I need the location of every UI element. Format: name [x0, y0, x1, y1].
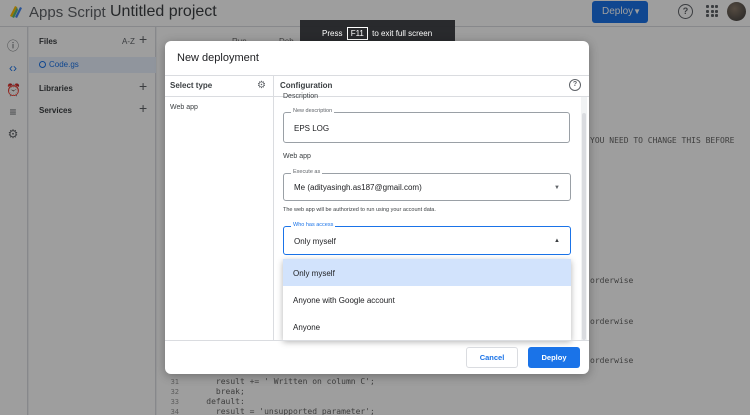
deploy-button[interactable]: Deploy	[528, 347, 580, 368]
execute-as-label: Execute as	[291, 169, 323, 175]
toast-text-after: to exit full screen	[372, 29, 433, 38]
cancel-button[interactable]: Cancel	[466, 347, 518, 368]
f11-key: F11	[346, 27, 368, 40]
menu-item-anyone[interactable]: Anyone	[283, 313, 571, 340]
execute-as-select[interactable]: Execute as Me (adityasingh.as187@gmail.c…	[283, 169, 571, 201]
select-type-label: Select type	[170, 81, 213, 90]
gear-icon[interactable]: ⚙	[257, 80, 266, 91]
description-field-value: EPS LOG	[294, 124, 330, 133]
divider	[165, 75, 589, 76]
help-icon[interactable]: ?	[569, 79, 581, 91]
scrollbar-thumb[interactable]	[582, 113, 586, 340]
caret-down-icon: ▼	[554, 185, 560, 191]
helper-text: The web app will be authorized to run us…	[283, 207, 436, 213]
who-has-access-label: Who has access	[291, 222, 336, 228]
new-deployment-dialog: New deployment Select type ⚙ Web app Con…	[165, 41, 589, 374]
divider	[165, 96, 589, 97]
configuration-label: Configuration	[280, 81, 333, 90]
type-item-web-app[interactable]: Web app	[170, 104, 198, 111]
divider	[165, 340, 589, 341]
web-app-heading: Web app	[283, 153, 311, 160]
menu-item-anyone-with-google-account[interactable]: Anyone with Google account	[283, 286, 571, 313]
execute-as-value: Me (adityasingh.as187@gmail.com)	[294, 183, 422, 192]
caret-up-icon: ▲	[554, 238, 560, 244]
toast-text-before: Press	[322, 29, 343, 38]
description-field[interactable]: New description EPS LOG	[283, 108, 570, 143]
divider	[273, 76, 274, 340]
description-field-label: New description	[291, 108, 335, 114]
menu-item-only-myself[interactable]: Only myself	[283, 259, 571, 286]
dialog-title: New deployment	[177, 52, 259, 64]
who-has-access-value: Only myself	[294, 237, 336, 246]
who-has-access-select[interactable]: Who has access Only myself ▲	[283, 222, 571, 255]
description-heading: Description	[283, 93, 319, 100]
access-options-menu: Only myself Anyone with Google account A…	[283, 259, 571, 340]
